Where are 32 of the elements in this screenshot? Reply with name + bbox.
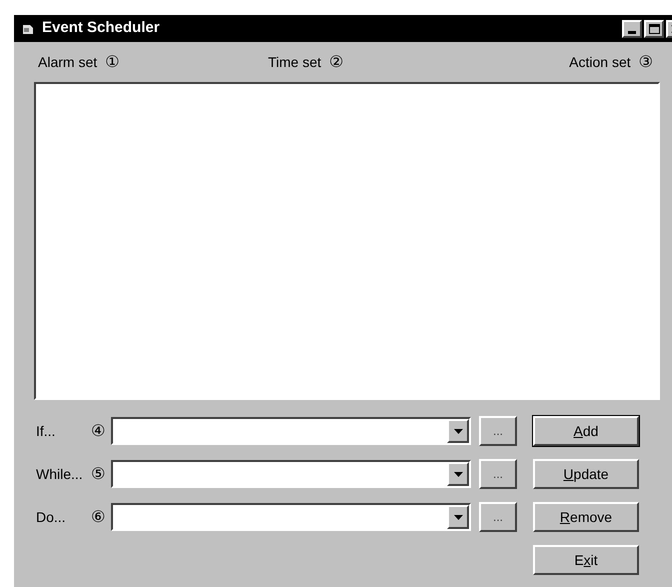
action-button[interactable]: Add: [533, 416, 639, 446]
caret-icon: [454, 472, 462, 476]
callout-number: ④: [91, 420, 106, 442]
dropdown-field[interactable]: [111, 417, 471, 445]
window-title: Event Scheduler: [42, 18, 160, 38]
callout-number: ③: [638, 51, 653, 73]
callout-number: ⑥: [91, 506, 106, 528]
condition-label: Do...: [36, 508, 67, 526]
dropdown-arrow-button[interactable]: [447, 462, 469, 486]
caret-icon: [454, 428, 462, 434]
app-icon: [22, 22, 34, 34]
dropdown-arrow-button[interactable]: [447, 419, 469, 443]
dropdown-field[interactable]: [111, 460, 471, 488]
column-header: Action set: [569, 52, 631, 72]
dropdown-field[interactable]: [111, 503, 471, 531]
column-header: Alarm set: [38, 52, 98, 72]
caret-icon: [454, 514, 462, 520]
callout-number: ②: [329, 51, 344, 73]
action-button[interactable]: Exit: [533, 545, 639, 575]
maximize-button[interactable]: [644, 20, 664, 38]
browse-button[interactable]: ...: [479, 502, 517, 532]
browse-button[interactable]: ...: [479, 459, 517, 489]
column-header: Time set: [268, 52, 322, 72]
callout-number: ①: [105, 51, 120, 73]
callout-number: ⑤: [91, 463, 106, 485]
condition-label: If...: [36, 422, 56, 440]
action-button[interactable]: Update: [533, 459, 639, 489]
dropdown-arrow-button[interactable]: [447, 505, 469, 529]
action-button[interactable]: Remove: [533, 502, 639, 532]
minimize-button[interactable]: [622, 20, 642, 38]
browse-button[interactable]: ...: [479, 416, 517, 446]
condition-label: While...: [36, 464, 84, 484]
